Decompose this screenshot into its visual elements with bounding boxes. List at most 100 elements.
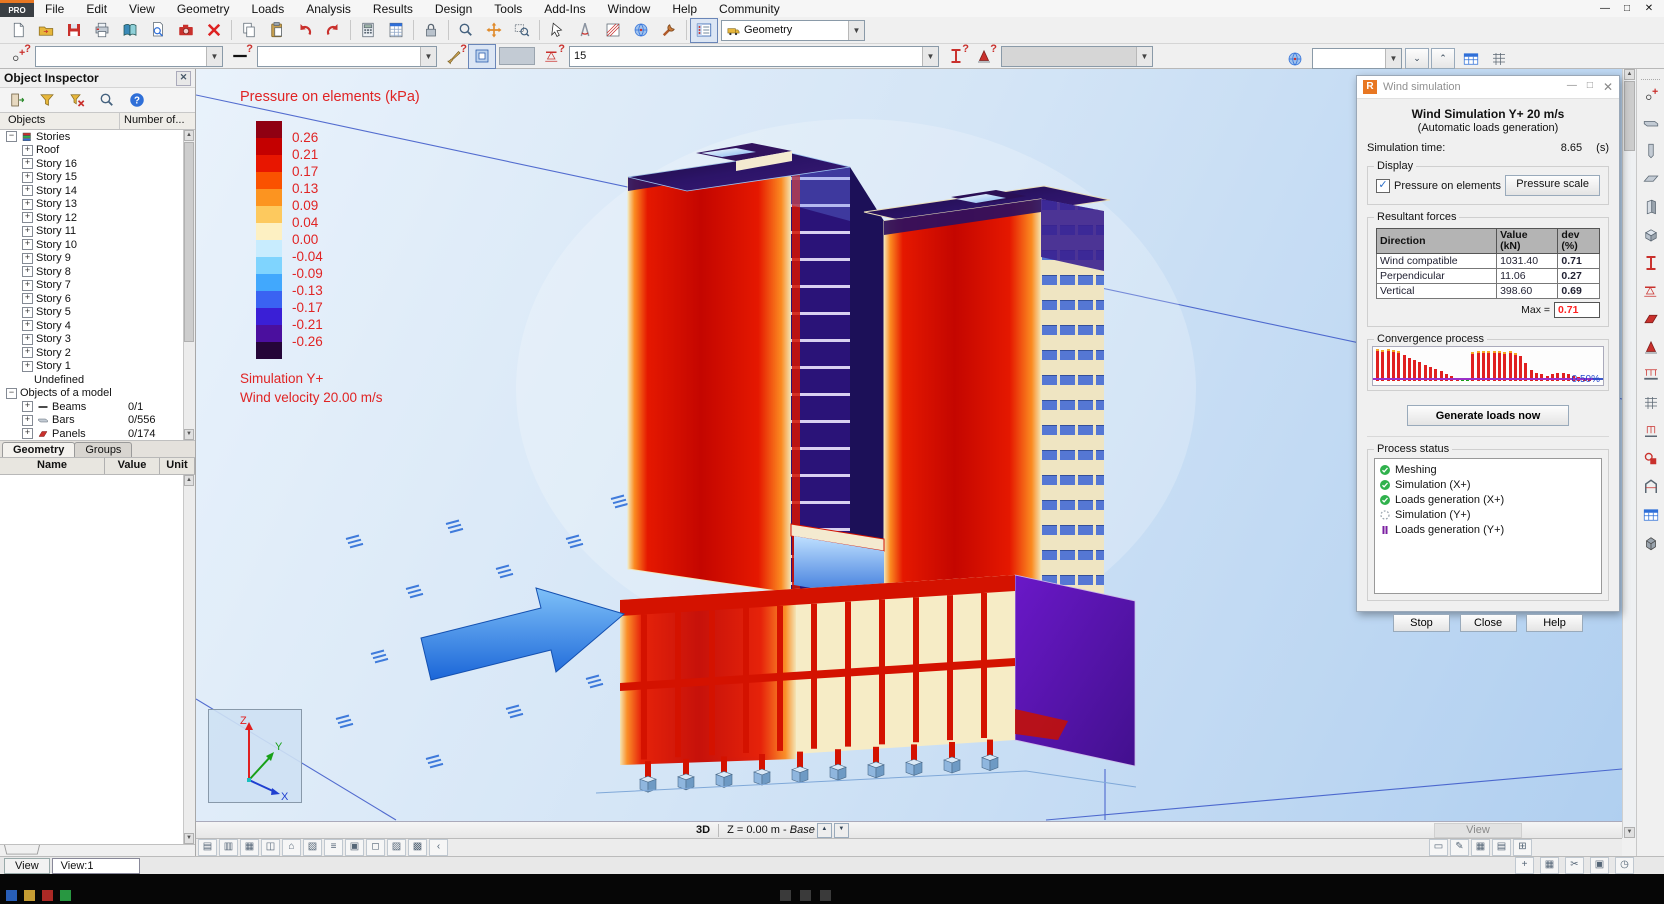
search-icon[interactable]	[94, 89, 120, 112]
print-icon[interactable]	[88, 18, 116, 43]
column-number-of[interactable]: Number of...	[120, 113, 195, 129]
measure-icon[interactable]	[571, 18, 599, 43]
undo-icon[interactable]	[291, 18, 319, 43]
expand-icon[interactable]: +	[22, 226, 33, 237]
scroll-thumb[interactable]	[1624, 81, 1635, 151]
support-query-icon[interactable]: ?	[538, 44, 566, 69]
taskbar-icon[interactable]	[6, 890, 17, 901]
expand-icon[interactable]: +	[22, 347, 33, 358]
calendar-icon[interactable]: ▨	[387, 839, 406, 856]
paste-icon[interactable]	[263, 18, 291, 43]
calculation-results-icon[interactable]	[382, 18, 410, 43]
i-section-icon[interactable]	[1638, 250, 1664, 276]
scroll-down-icon[interactable]: ▼	[1624, 827, 1635, 838]
combo-box[interactable]: ▼	[35, 46, 223, 67]
list-icon[interactable]: ▣	[345, 839, 364, 856]
column-unit[interactable]: Unit	[160, 458, 195, 474]
collapse-icon[interactable]	[4, 89, 30, 112]
save-icon[interactable]	[60, 18, 88, 43]
menu-geometry[interactable]: Geometry	[166, 1, 241, 17]
display-icon[interactable]: ▦	[1471, 839, 1490, 856]
link-icon[interactable]	[1638, 446, 1664, 472]
expand-icon[interactable]: +	[22, 320, 33, 331]
view-name-box[interactable]: View:1	[52, 858, 140, 874]
expand-icon[interactable]: +	[22, 172, 33, 183]
tree-item-roof[interactable]: +Roof	[0, 144, 195, 158]
combo-box[interactable]: ▼	[1001, 46, 1153, 67]
preferences-icon[interactable]	[655, 18, 683, 43]
menu-tools[interactable]: Tools	[483, 1, 533, 17]
tree-item-story-11[interactable]: +Story 11	[0, 225, 195, 239]
panel-close-icon[interactable]: ✕	[176, 71, 191, 86]
expand-icon[interactable]: +	[22, 239, 33, 250]
floor-icon[interactable]	[1638, 166, 1664, 192]
tree-item-story-12[interactable]: +Story 12	[0, 211, 195, 225]
expand-icon[interactable]: +	[22, 253, 33, 264]
attributes-icon[interactable]: ≡	[324, 839, 343, 856]
app-logo[interactable]: PRO	[0, 0, 34, 17]
tree-item-story-6[interactable]: +Story 6	[0, 292, 195, 306]
new-file-icon[interactable]	[4, 18, 32, 43]
scroll-up-icon[interactable]: ⌃	[1431, 48, 1455, 69]
redo-icon[interactable]	[319, 18, 347, 43]
help-button[interactable]: Help	[1526, 614, 1583, 632]
tree-item-story-15[interactable]: +Story 15	[0, 171, 195, 185]
grid-icon[interactable]: ▦	[1540, 857, 1559, 874]
tree-item-story-5[interactable]: +Story 5	[0, 306, 195, 320]
tree-item-undefined[interactable]: Undefined	[0, 373, 195, 387]
brush-query-icon[interactable]: ?	[440, 44, 468, 69]
maximize-icon[interactable]: □	[1618, 3, 1636, 14]
matrix-icon[interactable]: ▩	[408, 839, 427, 856]
node-icon[interactable]	[1638, 82, 1664, 108]
selection-icon[interactable]: ▭	[1429, 839, 1448, 856]
menu-view[interactable]: View	[118, 1, 166, 17]
column-objects[interactable]: Objects	[0, 113, 120, 129]
taskbar-icon[interactable]	[780, 890, 791, 901]
home-icon[interactable]: ◫	[261, 839, 280, 856]
section-hatch-icon[interactable]	[599, 18, 627, 43]
tree-item-objects-of-a-model[interactable]: −Objects of a model	[0, 387, 195, 401]
pan-icon[interactable]	[480, 18, 508, 43]
stop-button[interactable]: Stop	[1393, 614, 1450, 632]
tree-scrollbar[interactable]: ▲▼	[183, 130, 195, 440]
layout-selector[interactable]: Geometry ▼	[721, 20, 865, 41]
expand-icon[interactable]: +	[22, 212, 33, 223]
lock-icon[interactable]	[417, 18, 445, 43]
hatch-view-icon[interactable]: ▧	[303, 839, 322, 856]
menu-design[interactable]: Design	[424, 1, 483, 17]
column-value[interactable]: Value	[105, 458, 160, 474]
expand-icon[interactable]: +	[22, 361, 33, 372]
blank-icon[interactable]: ◻	[366, 839, 385, 856]
taskbar-icon[interactable]	[24, 890, 35, 901]
combo-box[interactable]: ▼	[1312, 48, 1402, 69]
tree-item-story-7[interactable]: +Story 7	[0, 279, 195, 293]
panel-display-icon[interactable]	[468, 44, 496, 69]
select-icon[interactable]	[543, 18, 571, 43]
close-icon[interactable]: ✕	[1640, 3, 1658, 14]
tree-item-story-9[interactable]: +Story 9	[0, 252, 195, 266]
taskbar-icon[interactable]	[820, 890, 831, 901]
dialog-titlebar[interactable]: R Wind simulation — □ ✕	[1357, 76, 1619, 99]
property-table-scrollbar[interactable]: ▲ ▼	[183, 475, 195, 844]
frame-icon[interactable]	[1638, 474, 1664, 500]
level-down-icon[interactable]: ▼	[834, 823, 849, 838]
panel-icon[interactable]	[1638, 306, 1664, 332]
help-icon[interactable]	[124, 89, 150, 112]
taskbar-icon[interactable]	[42, 890, 53, 901]
zoom-window-icon[interactable]	[508, 18, 536, 43]
render-view-icon[interactable]	[1281, 46, 1309, 71]
column-name[interactable]: Name	[0, 458, 105, 474]
copy-icon[interactable]	[235, 18, 263, 43]
pressure-checkbox[interactable]: ✓	[1376, 179, 1390, 193]
tab-groups[interactable]: Groups	[74, 442, 132, 457]
tree-item-story-2[interactable]: +Story 2	[0, 346, 195, 360]
menu-file[interactable]: File	[34, 1, 75, 17]
color-swatch[interactable]	[499, 47, 535, 65]
print-preview-icon[interactable]	[144, 18, 172, 43]
scroll-up-icon[interactable]: ▲	[184, 475, 194, 486]
expand-icon[interactable]: +	[22, 199, 33, 210]
minimize-icon[interactable]: —	[1596, 3, 1614, 14]
viewport-scrollbar[interactable]: ▲ ▼	[1622, 69, 1636, 838]
tab-geometry[interactable]: Geometry	[2, 442, 75, 457]
column-icon[interactable]	[1638, 138, 1664, 164]
